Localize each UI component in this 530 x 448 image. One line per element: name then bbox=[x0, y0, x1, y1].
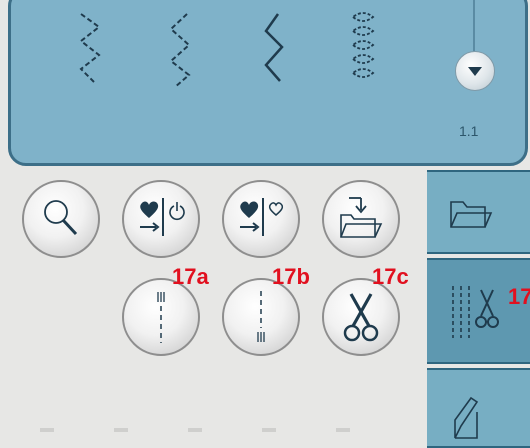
folder-icon bbox=[450, 201, 493, 228]
folder-arrow-icon bbox=[340, 197, 383, 238]
callout-17a: 17a bbox=[172, 264, 209, 289]
stitch-line-top-icon bbox=[157, 292, 165, 343]
callout-17c: 17c bbox=[372, 264, 409, 289]
needle-position-button[interactable] bbox=[455, 51, 495, 91]
callout-17: 17 bbox=[508, 284, 530, 309]
heart-arrow-heart-icon bbox=[240, 198, 284, 236]
chevron-down-icon bbox=[468, 67, 482, 76]
needle-line bbox=[473, 0, 475, 51]
stitch-preview-panel: 1.1 bbox=[8, 0, 528, 166]
scissors-icon bbox=[343, 293, 379, 342]
load-folder-button[interactable] bbox=[322, 180, 400, 258]
stitch-line-bottom-icon bbox=[257, 291, 265, 342]
honeycomb-stitch-icon bbox=[351, 12, 375, 78]
tab-folder[interactable] bbox=[427, 170, 530, 254]
callout-17b: 17b bbox=[272, 264, 310, 289]
pencil-icon bbox=[454, 396, 479, 439]
zoom-button[interactable] bbox=[22, 180, 100, 258]
magnifier-icon bbox=[44, 200, 78, 236]
save-heart-outline-button[interactable] bbox=[222, 180, 300, 258]
stitch-number: 1.1 bbox=[459, 123, 479, 139]
bottom-cropped-strip bbox=[40, 428, 390, 432]
heart-arrow-power-icon bbox=[140, 198, 185, 236]
zigzag-stitch-2-icon bbox=[169, 13, 191, 88]
needle-position-area: 1.1 bbox=[435, 0, 525, 163]
tab-edit[interactable] bbox=[427, 368, 530, 448]
zigzag-stitch-1-icon bbox=[79, 13, 101, 84]
zigzag-stitch-3-icon bbox=[264, 13, 284, 82]
tab-stitch-cut[interactable] bbox=[427, 258, 530, 364]
save-heart-power-button[interactable] bbox=[122, 180, 200, 258]
stitch-scissors-icon bbox=[452, 286, 499, 338]
